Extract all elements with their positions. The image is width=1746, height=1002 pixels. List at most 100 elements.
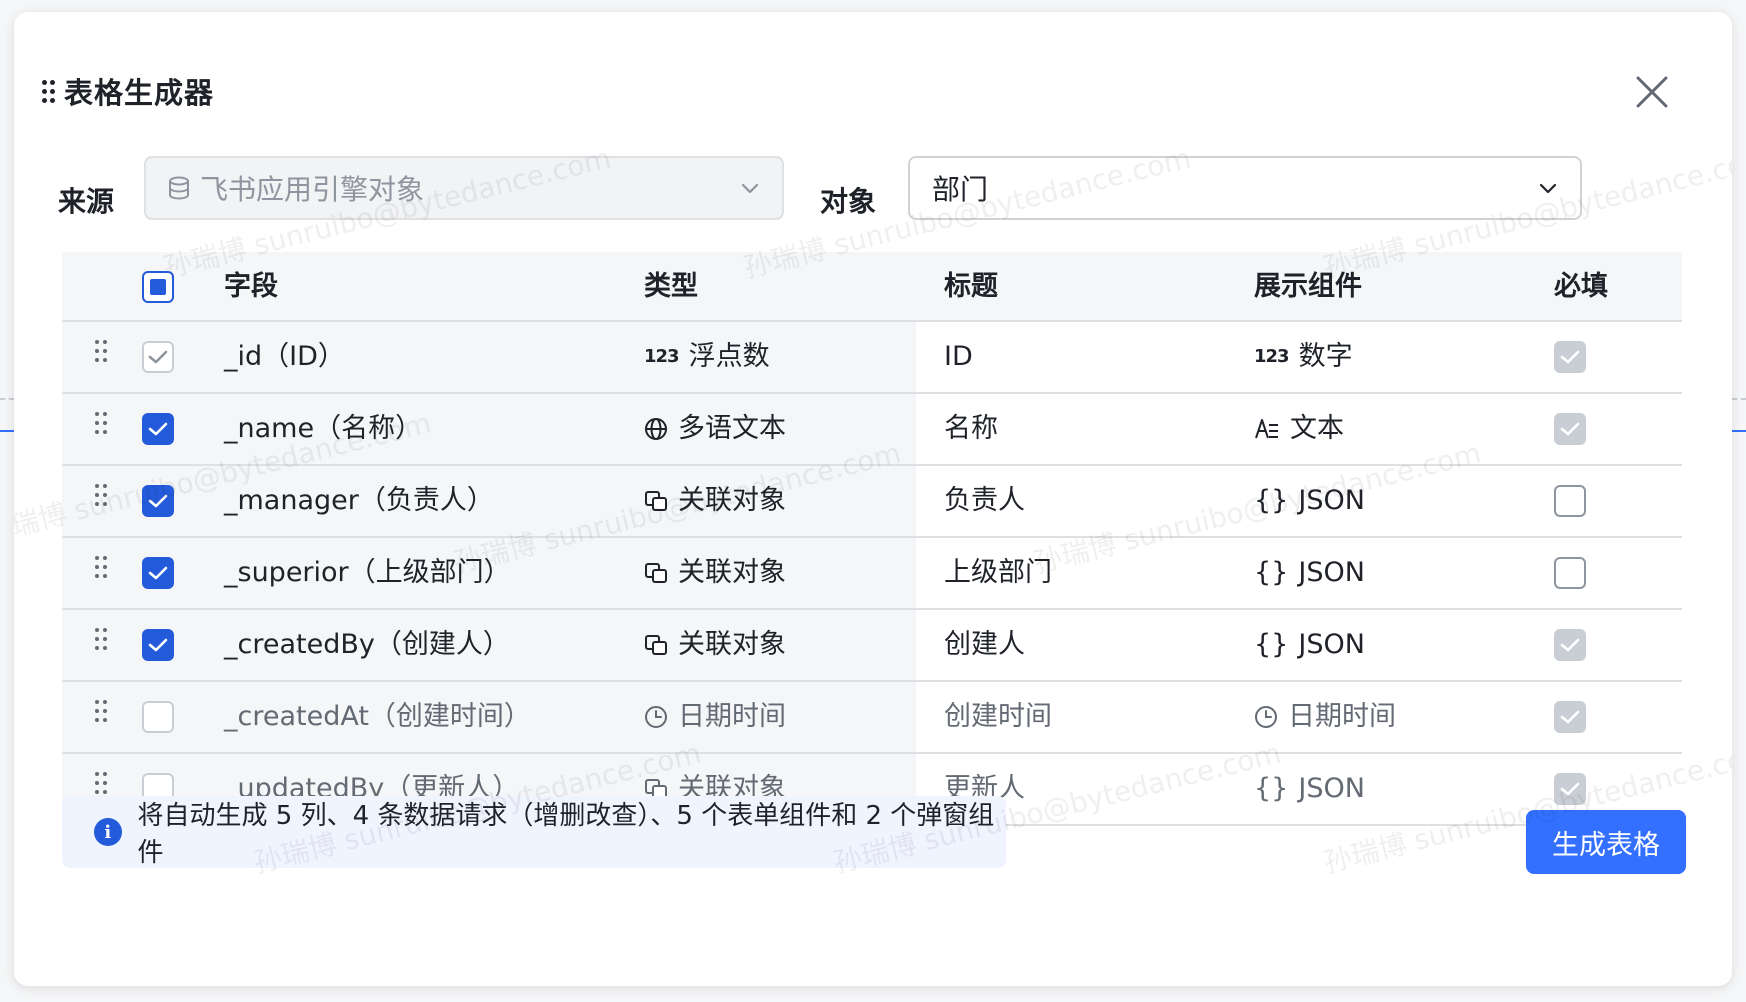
table-row[interactable]: _manager（负责人） 关联对象 负责人 {} JSON <box>62 466 1682 538</box>
field-title: 名称 <box>944 413 998 444</box>
header-title: 标题 <box>944 271 998 302</box>
row-drag-handle-icon[interactable] <box>92 410 110 440</box>
table-row[interactable]: _createdAt（创建时间） 日期时间 创建时间 日期时间 <box>62 682 1682 754</box>
row-drag-handle-icon[interactable] <box>92 482 110 512</box>
close-icon <box>1636 76 1668 108</box>
object-select[interactable]: 部门 <box>908 156 1582 220</box>
field-type: 日期时间 <box>678 701 786 732</box>
info-banner: i 将自动生成 5 列、4 条数据请求（增删改查）、5 个表单组件和 2 个弹窗… <box>62 796 1006 868</box>
globe-icon <box>645 418 667 440</box>
field-title: 创建时间 <box>944 701 1052 732</box>
display-component: JSON <box>1298 629 1365 660</box>
field-type: 关联对象 <box>678 557 786 588</box>
row-select-checkbox[interactable] <box>142 413 174 445</box>
field-type: 多语文本 <box>678 413 786 444</box>
drag-handle-icon[interactable] <box>40 76 56 106</box>
link-object-icon <box>645 563 667 583</box>
field-name: _name（名称） <box>224 413 423 444</box>
table-row[interactable]: _id（ID） 123 浮点数 ID 123 数字 <box>62 322 1682 394</box>
field-title: 负责人 <box>944 485 1025 516</box>
row-select-checkbox[interactable] <box>142 341 174 373</box>
background-divider <box>0 398 14 400</box>
chevron-down-icon <box>1539 183 1557 194</box>
json-braces-icon: {} <box>1254 629 1289 660</box>
field-type: 浮点数 <box>688 341 770 372</box>
table-row[interactable]: _createdBy（创建人） 关联对象 创建人 {} JSON <box>62 610 1682 682</box>
check-icon <box>148 566 168 580</box>
source-label: 来源 <box>58 185 115 218</box>
source-select-value: 飞书应用引擎对象 <box>200 173 425 206</box>
table-body: _id（ID） 123 浮点数 ID 123 数字 _name（名称） 多语文本 名称 文本 _ma… <box>62 322 1682 826</box>
field-type: 关联对象 <box>678 485 786 516</box>
row-select-checkbox[interactable] <box>142 629 174 661</box>
check-icon <box>148 494 168 508</box>
field-title: 创建人 <box>944 629 1025 660</box>
row-drag-handle-icon[interactable] <box>92 554 110 584</box>
check-icon <box>1560 350 1580 364</box>
dialog-header: 表格生成器 <box>14 12 1732 172</box>
row-select-checkbox[interactable] <box>142 701 174 733</box>
header-field: 字段 <box>224 271 278 302</box>
row-select-checkbox[interactable] <box>142 557 174 589</box>
check-icon <box>1560 422 1580 436</box>
check-icon <box>148 422 168 436</box>
object-label: 对象 <box>820 185 877 218</box>
required-checkbox[interactable] <box>1554 413 1586 445</box>
row-drag-handle-icon[interactable] <box>92 626 110 656</box>
row-drag-handle-icon[interactable] <box>92 338 110 368</box>
clock-icon <box>1255 706 1277 728</box>
chevron-down-icon <box>741 183 759 194</box>
field-title: ID <box>944 341 973 372</box>
display-component: JSON <box>1298 773 1365 804</box>
required-checkbox[interactable] <box>1554 773 1586 805</box>
table-generator-dialog: 表格生成器 来源 飞书应用引擎对象 对象 部门 字段 类型 标题 展示组件 必填… <box>14 12 1732 986</box>
header-component: 展示组件 <box>1254 271 1362 302</box>
check-icon <box>1560 782 1580 796</box>
app-background: 表格生成器 来源 飞书应用引擎对象 对象 部门 字段 类型 标题 展示组件 必填… <box>0 0 1746 1002</box>
field-table: 字段 类型 标题 展示组件 必填 _id（ID） 123 浮点数 ID 123 数字 _na… <box>62 252 1682 826</box>
info-icon: i <box>94 818 122 846</box>
row-drag-handle-icon[interactable] <box>92 698 110 728</box>
required-checkbox[interactable] <box>1554 557 1586 589</box>
background-selection-line <box>1732 430 1746 432</box>
header-type: 类型 <box>644 271 698 302</box>
field-name: _createdAt（创建时间） <box>224 701 531 732</box>
display-component: JSON <box>1298 557 1365 588</box>
source-select: 飞书应用引擎对象 <box>144 156 784 220</box>
json-braces-icon: {} <box>1254 557 1289 588</box>
link-object-icon <box>645 635 667 655</box>
display-component: 数字 <box>1298 341 1353 372</box>
required-checkbox[interactable] <box>1554 701 1586 733</box>
required-checkbox[interactable] <box>1554 341 1586 373</box>
required-checkbox[interactable] <box>1554 629 1586 661</box>
display-component: JSON <box>1298 485 1365 516</box>
select-all-checkbox[interactable] <box>142 271 174 303</box>
number-icon: 123 <box>1254 346 1290 367</box>
field-title: 上级部门 <box>944 557 1052 588</box>
generate-table-button[interactable]: 生成表格 <box>1526 810 1686 874</box>
field-name: _id（ID） <box>224 341 345 372</box>
table-row[interactable]: _superior（上级部门） 关联对象 上级部门 {} JSON <box>62 538 1682 610</box>
table-row[interactable]: _name（名称） 多语文本 名称 文本 <box>62 394 1682 466</box>
check-icon <box>148 638 168 652</box>
header-required: 必填 <box>1554 271 1608 302</box>
object-select-value: 部门 <box>932 173 989 206</box>
field-name: _createdBy（创建人） <box>224 629 510 660</box>
field-name: _manager（负责人） <box>224 485 494 516</box>
link-object-icon <box>645 491 667 511</box>
json-braces-icon: {} <box>1254 773 1289 804</box>
display-component: 日期时间 <box>1288 701 1396 732</box>
close-button[interactable] <box>1628 68 1676 116</box>
clock-icon <box>645 706 667 728</box>
check-icon <box>1560 710 1580 724</box>
number-icon: 123 <box>644 346 680 367</box>
table-header: 字段 类型 标题 展示组件 必填 <box>62 252 1682 322</box>
required-checkbox[interactable] <box>1554 485 1586 517</box>
field-type: 关联对象 <box>678 629 786 660</box>
background-selection-line <box>0 430 14 432</box>
database-icon <box>169 176 189 200</box>
background-divider <box>1732 398 1746 400</box>
json-braces-icon: {} <box>1254 485 1289 516</box>
field-name: _superior（上级部门） <box>224 557 511 588</box>
row-select-checkbox[interactable] <box>142 485 174 517</box>
